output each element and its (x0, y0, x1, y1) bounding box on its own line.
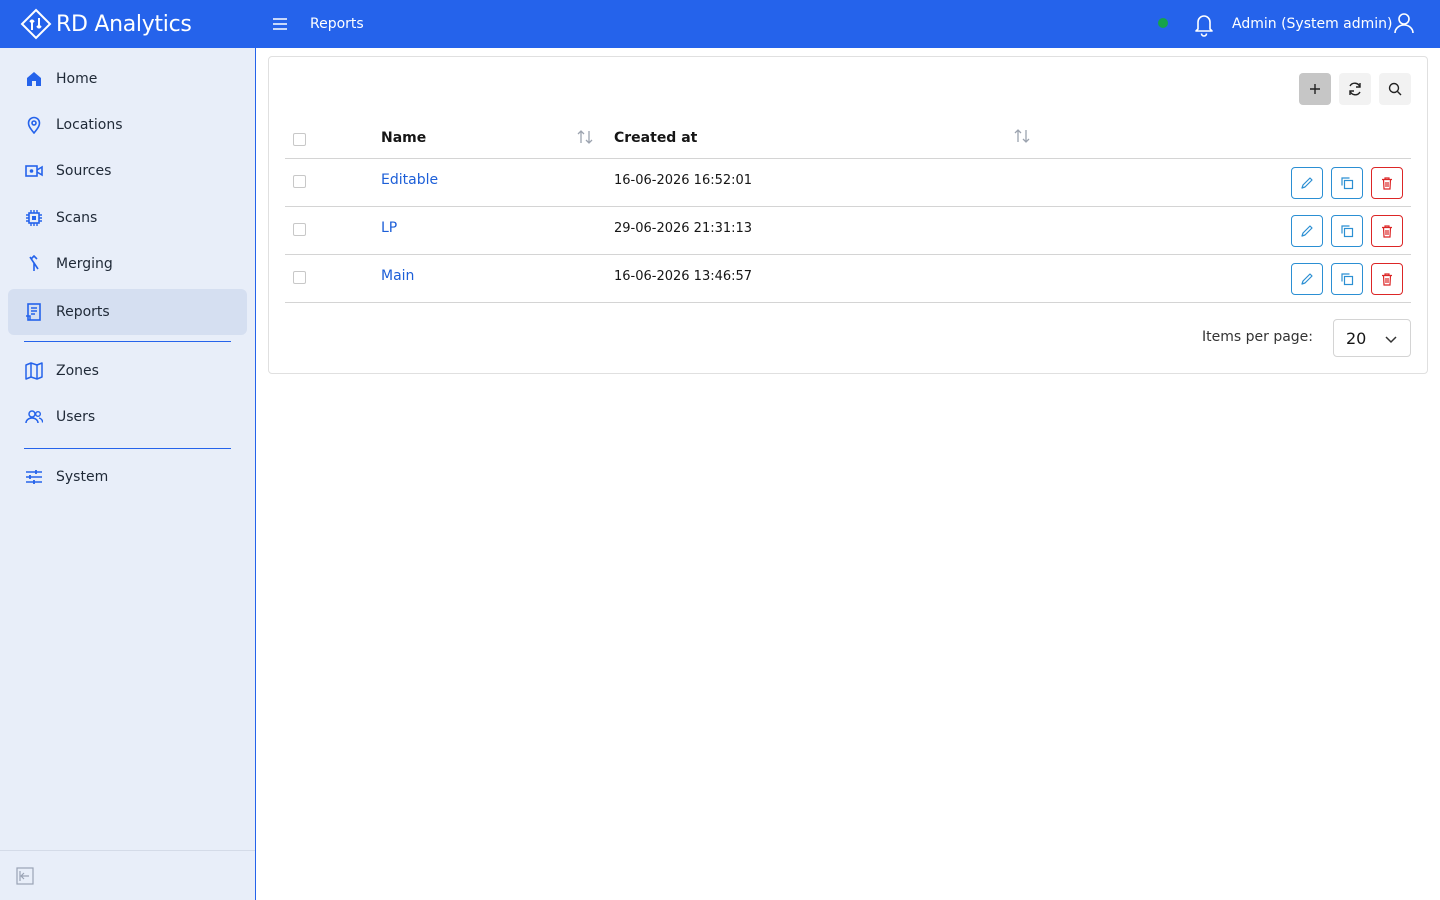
sidebar-item-label: Reports (56, 304, 110, 320)
user-icon[interactable] (1393, 11, 1415, 35)
edit-button[interactable] (1291, 167, 1323, 199)
column-header-name: Name (381, 130, 427, 146)
map-pin-icon (24, 115, 44, 135)
sidebar-item-merging[interactable]: Merging (8, 241, 247, 287)
user-menu[interactable]: Admin (System admin) (1232, 0, 1393, 48)
logo-icon (20, 8, 52, 40)
menu-toggle-button[interactable] (268, 12, 292, 36)
created-at-cell: 16-06-2026 13:46:57 (614, 269, 753, 284)
sidebar-item-home[interactable]: Home (8, 56, 247, 102)
items-per-page-select[interactable]: 20 (1333, 319, 1411, 357)
report-name-link[interactable]: LP (381, 220, 397, 236)
sidebar-item-label: Sources (56, 163, 112, 179)
search-button[interactable] (1379, 73, 1411, 105)
status-indicator (1158, 18, 1168, 28)
merge-icon (24, 254, 44, 274)
select-all-checkbox[interactable] (293, 133, 306, 146)
report-name-link[interactable]: Editable (381, 172, 438, 188)
sort-icon[interactable] (576, 128, 594, 146)
pencil-icon (1301, 273, 1313, 285)
collapse-sidebar-icon[interactable] (16, 867, 34, 885)
row-checkbox[interactable] (293, 223, 306, 236)
sidebar-item-label: Merging (56, 256, 113, 272)
trash-icon (1382, 273, 1392, 286)
created-at-cell: 16-06-2026 16:52:01 (614, 173, 753, 188)
chip-icon (24, 208, 44, 228)
delete-button[interactable] (1371, 263, 1403, 295)
sidebar-item-system[interactable]: System (8, 454, 247, 500)
sidebar-item-label: Users (56, 409, 96, 425)
hamburger-icon (273, 18, 287, 30)
row-checkbox[interactable] (293, 271, 306, 284)
sidebar-footer (0, 850, 255, 900)
sidebar-item-scans[interactable]: Scans (8, 195, 247, 241)
trash-icon (1382, 177, 1392, 190)
edit-button[interactable] (1291, 215, 1323, 247)
sidebar-item-label: System (56, 469, 109, 485)
app-name: RD Analytics (56, 11, 192, 37)
sidebar-divider (24, 341, 231, 342)
users-icon (24, 407, 44, 427)
sidebar-item-label: Scans (56, 210, 98, 226)
sidebar-item-sources[interactable]: Sources (8, 148, 247, 194)
copy-icon (1341, 225, 1354, 238)
items-per-page-value: 20 (1346, 329, 1367, 348)
reports-table-card: Name Created at Editable 16-06-2026 16:5… (268, 56, 1428, 374)
chevron-down-icon (1385, 336, 1397, 344)
sort-icon[interactable] (1013, 127, 1031, 145)
sidebar-divider (24, 448, 231, 449)
sidebar: Home Locations Sources Scans Merging Rep… (0, 48, 256, 900)
sidebar-item-zones[interactable]: Zones (8, 348, 247, 394)
report-icon (24, 302, 44, 322)
sidebar-item-users[interactable]: Users (8, 394, 247, 440)
sidebar-item-reports[interactable]: Reports (8, 289, 247, 335)
table-header: Name Created at (285, 119, 1411, 159)
add-button[interactable] (1299, 73, 1331, 105)
sliders-icon (24, 467, 44, 487)
top-bar: RD Analytics Reports Admin (System admin… (0, 0, 1440, 48)
copy-icon (1341, 273, 1354, 286)
table-row: LP 29-06-2026 21:31:13 (285, 207, 1411, 255)
sidebar-item-locations[interactable]: Locations (8, 102, 247, 148)
duplicate-button[interactable] (1331, 263, 1363, 295)
duplicate-button[interactable] (1331, 167, 1363, 199)
sidebar-item-label: Locations (56, 117, 123, 133)
refresh-button[interactable] (1339, 73, 1371, 105)
copy-icon (1341, 177, 1354, 190)
items-per-page-label: Items per page: (1202, 329, 1314, 345)
refresh-icon (1349, 82, 1361, 96)
pencil-icon (1301, 225, 1313, 237)
search-icon (1388, 82, 1402, 96)
sidebar-item-label: Home (56, 71, 98, 87)
bell-icon[interactable] (1192, 11, 1216, 37)
pencil-icon (1301, 177, 1313, 189)
plus-icon (1310, 84, 1320, 94)
trash-icon (1382, 225, 1392, 238)
created-at-cell: 29-06-2026 21:31:13 (614, 221, 753, 236)
table-row: Editable 16-06-2026 16:52:01 (285, 159, 1411, 207)
delete-button[interactable] (1371, 215, 1403, 247)
home-icon (24, 69, 44, 89)
breadcrumb: Reports (310, 16, 364, 32)
delete-button[interactable] (1371, 167, 1403, 199)
row-checkbox[interactable] (293, 175, 306, 188)
sidebar-item-label: Zones (56, 363, 99, 379)
map-icon (24, 361, 44, 381)
column-header-created-at: Created at (614, 130, 698, 146)
table-row: Main 16-06-2026 13:46:57 (285, 255, 1411, 303)
brand[interactable]: RD Analytics (20, 0, 192, 48)
report-name-link[interactable]: Main (381, 268, 414, 284)
camera-icon (24, 161, 44, 181)
edit-button[interactable] (1291, 263, 1323, 295)
duplicate-button[interactable] (1331, 215, 1363, 247)
